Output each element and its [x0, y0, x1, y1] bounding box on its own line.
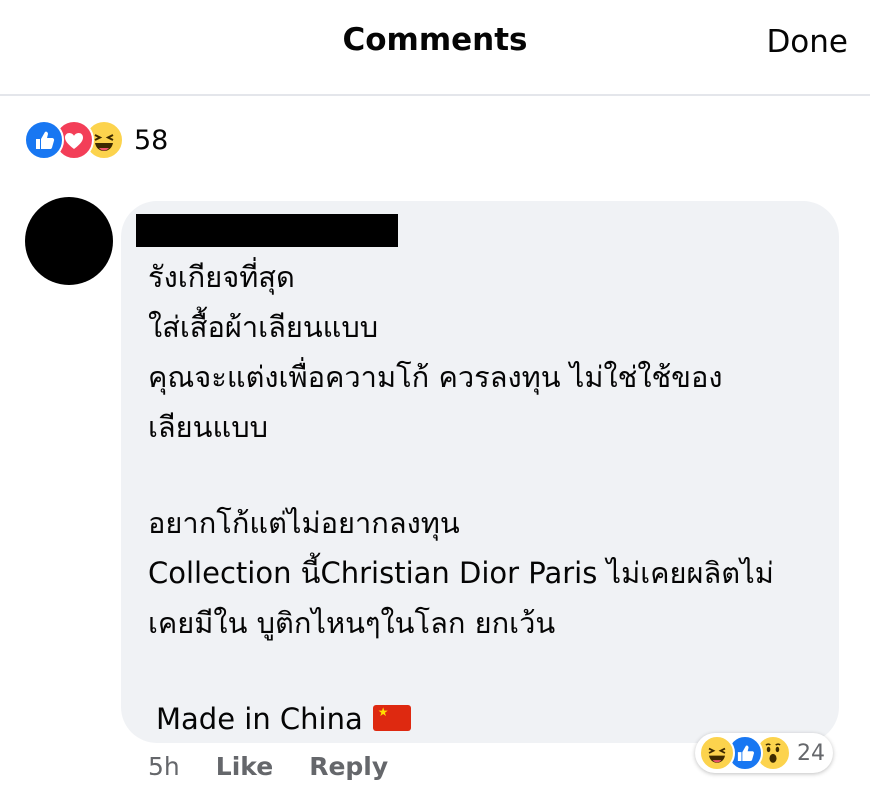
post-reactions-summary[interactable]: 58: [24, 120, 168, 160]
like-button[interactable]: Like: [216, 752, 273, 781]
comment-line: เคยมีใน บูติกไหนๆในโลก ยกเว้น: [148, 606, 556, 640]
done-button[interactable]: Done: [766, 24, 848, 60]
page-title: Comments: [342, 22, 528, 58]
redacted-author-name[interactable]: [136, 214, 398, 247]
comment-actions: 5h Like Reply: [148, 752, 388, 781]
reply-button[interactable]: Reply: [309, 752, 388, 781]
haha-icon: [699, 735, 735, 771]
comment-line: คุณจะแต่งเพื่อความโก้ ควรลงทุน ไม่ใช่ใช้…: [148, 360, 723, 394]
comment-line: ใส่เสื้อผ้าเลียนแบบ: [148, 310, 379, 344]
comment-line: เลียนแบบ: [148, 410, 269, 444]
comment-reaction-count: 24: [797, 740, 825, 766]
made-in-text: Made in China: [156, 702, 363, 736]
china-flag-icon: [372, 705, 411, 731]
comment-line: อยากโก้แต่ไม่อยากลงทุน: [148, 506, 460, 540]
reaction-count: 58: [134, 124, 169, 156]
like-icon: [24, 120, 64, 160]
comment-reactions-summary[interactable]: 24: [695, 733, 833, 773]
comment-text: รังเกียจที่สุด ใส่เสื้อผ้าเลียนแบบ คุณจะ…: [148, 252, 828, 744]
comment-timestamp[interactable]: 5h: [148, 752, 180, 781]
comment-line: Collection นี้Christian Dior Paris ไม่เค…: [148, 556, 774, 590]
avatar[interactable]: [25, 197, 113, 285]
header-bar: Comments Done: [0, 0, 870, 96]
comment-line: รังเกียจที่สุด: [148, 260, 295, 294]
